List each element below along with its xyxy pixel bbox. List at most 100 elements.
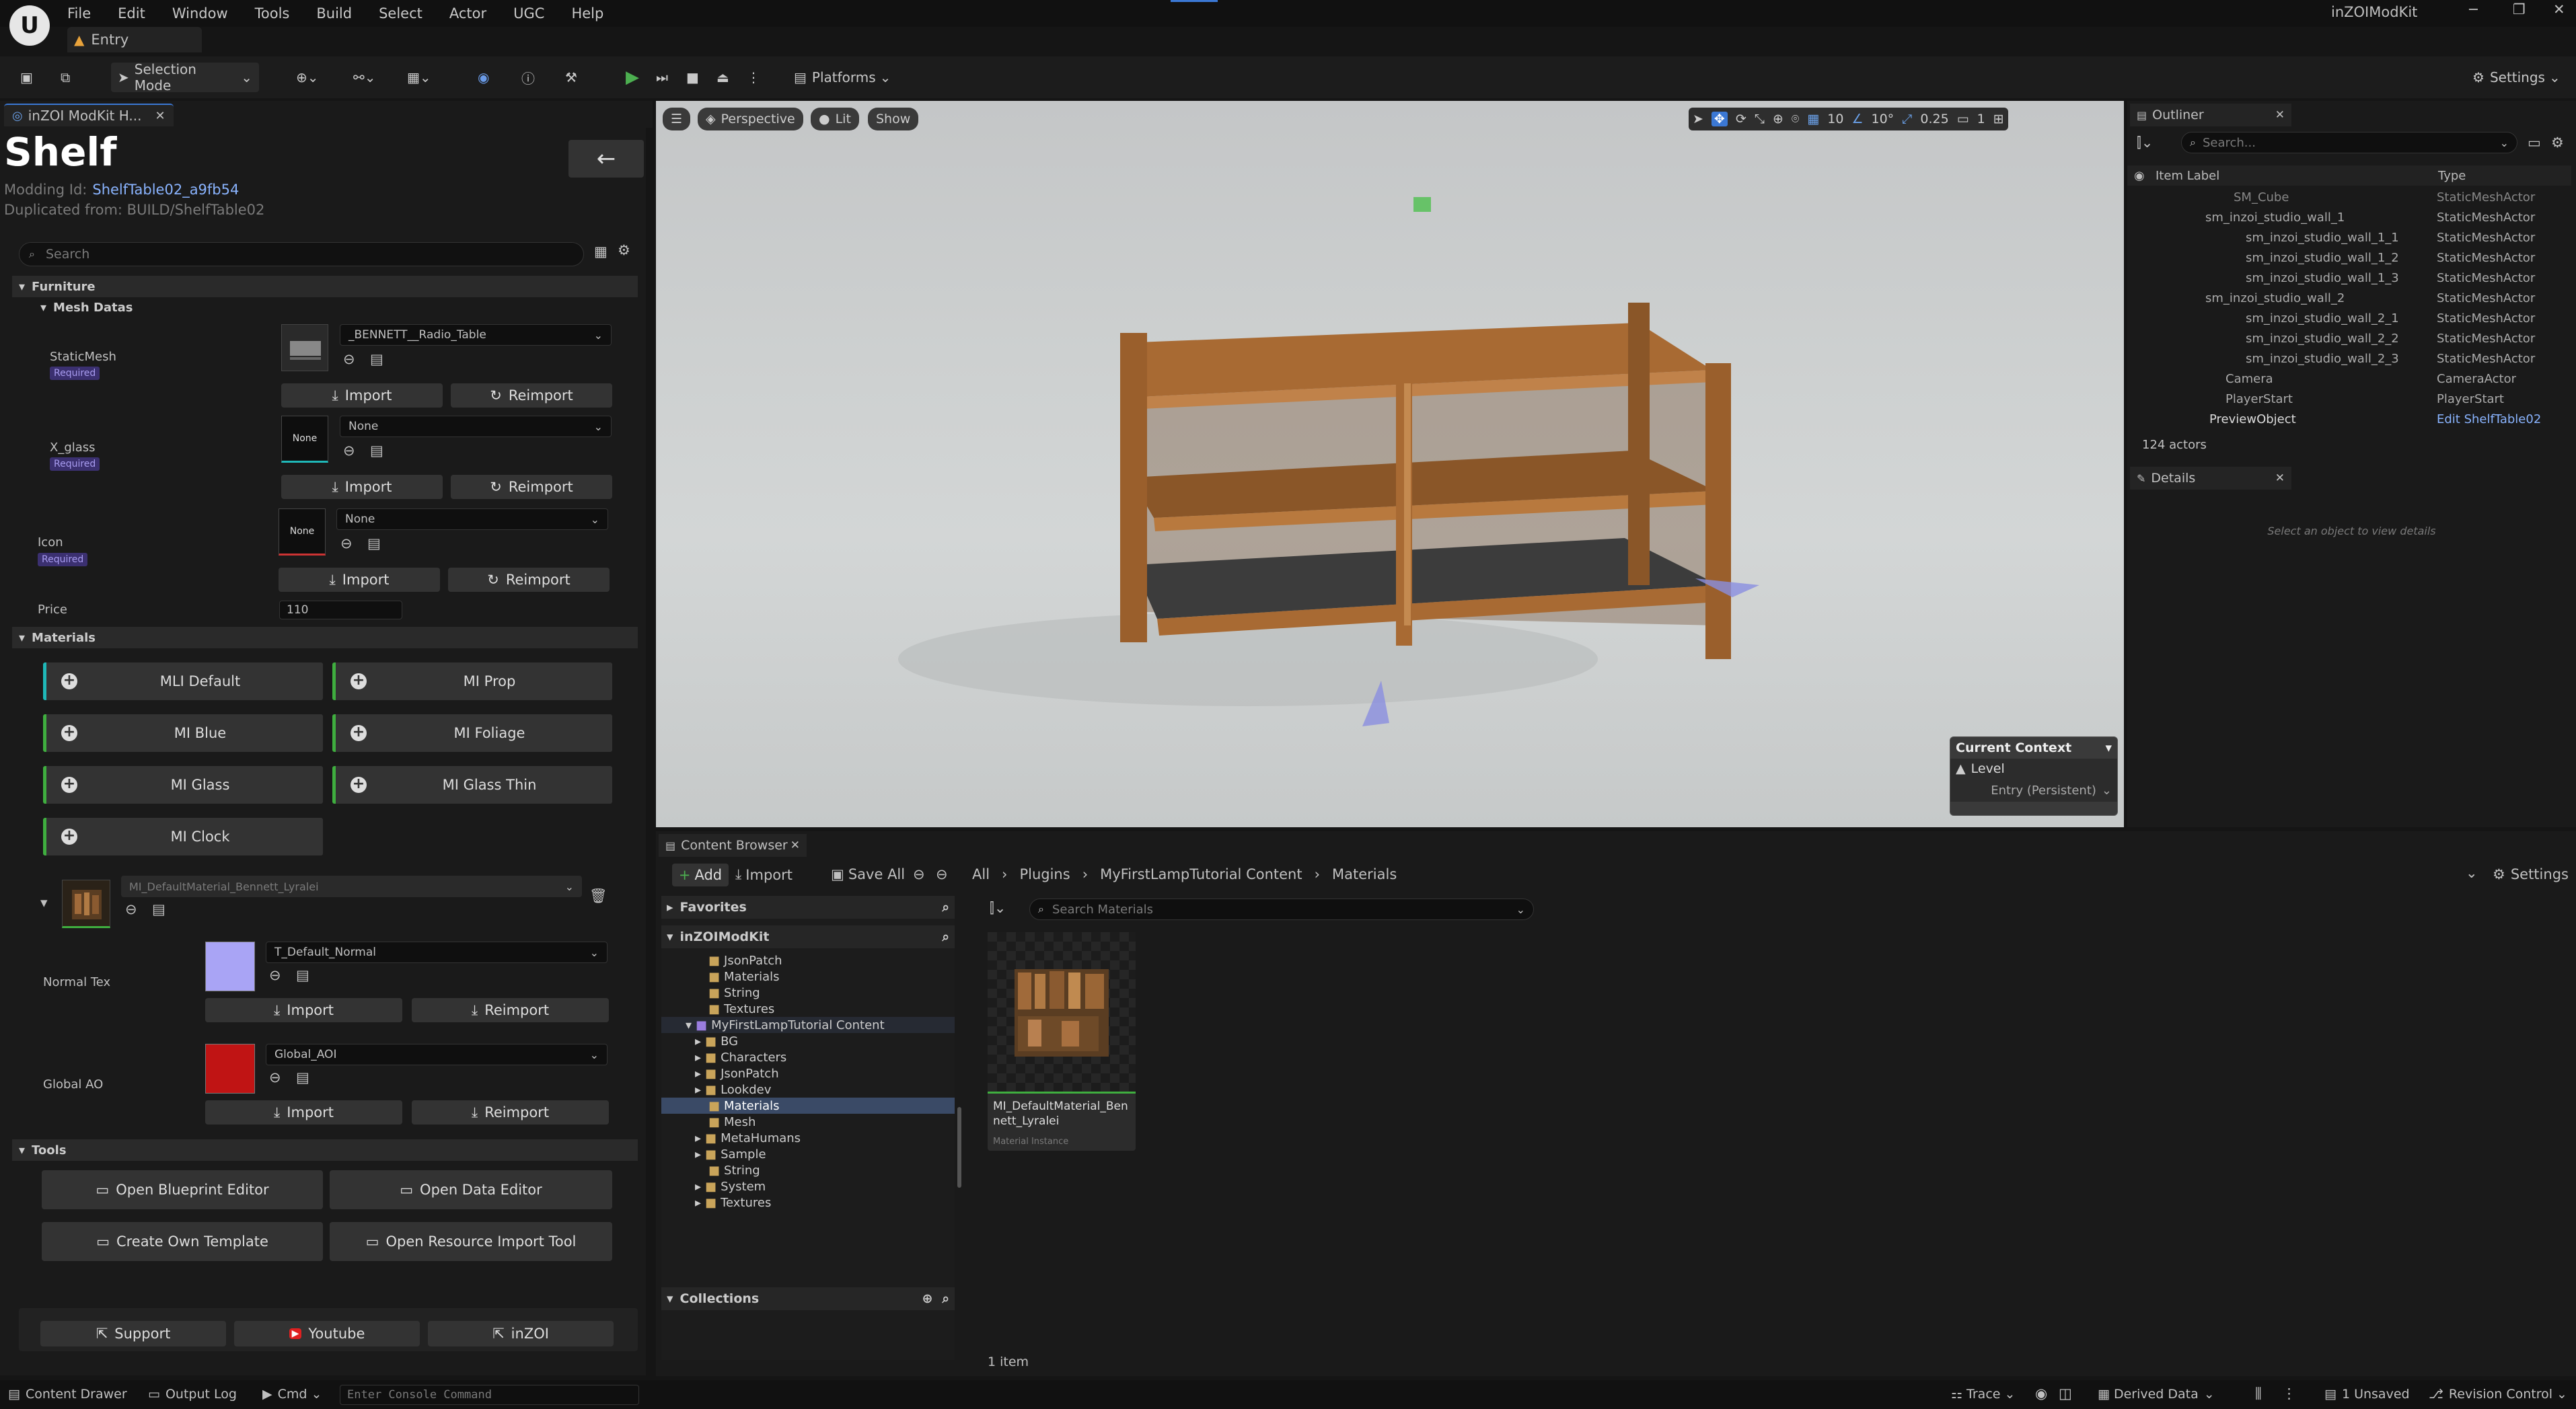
browse-asset-icon[interactable]: ▤ (370, 351, 383, 367)
material-button-mi-foliage[interactable]: + MI Foliage (332, 714, 612, 752)
outliner-row[interactable]: sm_inzoi_studio_wall_1_3 StaticMeshActor (2127, 268, 2568, 288)
row-type-link[interactable]: Edit ShelfTable02 (2437, 412, 2541, 426)
filter-icon[interactable]: ⫿⌄ (2137, 135, 2153, 151)
browse-asset-icon[interactable]: ▤ (152, 901, 165, 917)
record-icon[interactable]: ◉ (2035, 1385, 2047, 1402)
open-resource-import-tool-button[interactable]: ▭ Open Resource Import Tool (330, 1222, 612, 1261)
details-search-input[interactable]: ⌕ Search (19, 242, 584, 266)
asset-search-input[interactable]: ⌕ Search Materials ⌄ (1029, 899, 1534, 920)
x-glass-combobox[interactable]: None ⌄ (340, 416, 612, 437)
add-collection-icon[interactable]: ⊕ (922, 1291, 932, 1306)
tools-section-header[interactable]: ▾ Tools (12, 1139, 638, 1161)
material-button-mi-glass[interactable]: + MI Glass (43, 766, 323, 804)
tree-item[interactable]: ▸ ■ System (661, 1178, 955, 1194)
add-actor-icon[interactable]: ⊕⌄ (289, 63, 326, 92)
tab-close-icon[interactable]: ✕ (790, 839, 800, 852)
static-mesh-reimport-button[interactable]: ↻ Reimport (451, 383, 612, 408)
materials-section-header[interactable]: ▾ Materials (12, 627, 638, 648)
global-ao-reimport-button[interactable]: ⤓ Reimport (412, 1100, 609, 1125)
tab-close-icon[interactable]: ✕ (2275, 471, 2285, 485)
browse-asset-icon[interactable]: ▤ (296, 1069, 309, 1086)
outliner-row[interactable]: sm_inzoi_studio_wall_1 StaticMeshActor (2127, 207, 2568, 227)
icon-select[interactable]: None ⌄ (336, 508, 608, 530)
outliner-row[interactable]: Camera CameraActor (2127, 369, 2568, 389)
outliner-row[interactable]: PreviewObject Edit ShelfTable02 (2127, 409, 2568, 429)
material-button-mi-blue[interactable]: + MI Blue (43, 714, 323, 752)
context-level-select[interactable]: Entry (Persistent) ⌄ (1950, 779, 2117, 802)
more-options-icon[interactable]: ⋮ (2282, 1385, 2296, 1402)
cb-settings-button[interactable]: ⚙ Settings (2493, 866, 2569, 882)
browse-asset-icon[interactable]: ▤ (370, 443, 383, 459)
search-icon[interactable]: ⌕ (942, 900, 949, 915)
menu-help[interactable]: Help (571, 2, 603, 25)
history-back-icon[interactable]: ⊖ (913, 866, 925, 882)
import-button[interactable]: ⤓ Import (735, 866, 793, 883)
modkit-tab[interactable]: ◎ inZOI ModKit H... ✕ (4, 104, 174, 126)
price-input[interactable]: 110 (279, 601, 402, 619)
path-dropdown-icon[interactable]: ⌄ (2466, 865, 2478, 881)
breadcrumb-plugins[interactable]: Plugins (1019, 866, 1070, 882)
trash-icon[interactable]: 🗑 (589, 888, 608, 905)
support-button[interactable]: ⇱ Support (40, 1321, 226, 1346)
search-icon[interactable]: ⌕ (942, 929, 949, 944)
tree-scrollbar[interactable] (957, 1107, 961, 1188)
tree-item[interactable]: ▸ ■ Textures (661, 1194, 955, 1211)
unreal-logo-icon[interactable]: U (9, 5, 50, 46)
normal-tex-import-button[interactable]: ⤓ Import (205, 998, 402, 1022)
tree-item[interactable]: ▸ ■ JsonPatch (661, 1065, 955, 1081)
youtube-button[interactable]: ▶ Youtube (234, 1321, 420, 1346)
tab-close-icon[interactable]: ✕ (155, 109, 165, 123)
console-input[interactable]: Enter Console Command (340, 1385, 639, 1405)
content-browser-tab[interactable]: ▤ Content Browser ✕ (659, 834, 807, 857)
tree-item[interactable]: ■ Mesh (661, 1114, 955, 1130)
inzoi-button[interactable]: ⇱ inZOI (428, 1321, 614, 1346)
cmd-button[interactable]: ▶ Cmd ⌄ (262, 1387, 322, 1402)
current-context-header[interactable]: Current Context ▾ (1950, 737, 2117, 759)
eye-icon[interactable]: ◉ (2134, 169, 2156, 183)
details-tab[interactable]: ✎ Details ✕ (2130, 467, 2291, 490)
revision-control-button[interactable]: ⎇ Revision Control ⌄ (2429, 1387, 2567, 1402)
col-type[interactable]: Type (2438, 169, 2466, 183)
create-own-template-button[interactable]: ▭ Create Own Template (42, 1222, 323, 1261)
selection-mode-button[interactable]: ➤ Selection Mode ⌄ (111, 61, 259, 93)
menu-build[interactable]: Build (316, 2, 352, 25)
open-blueprint-editor-button[interactable]: ▭ Open Blueprint Editor (42, 1170, 323, 1209)
root-header[interactable]: ▾ inZOIModKit ⌕ (661, 925, 955, 948)
play-icon[interactable]: ▶ (619, 63, 646, 92)
material-instance-combobox[interactable]: MI_DefaultMaterial_Bennett_Lyralei ⌄ (121, 876, 582, 897)
menu-tools[interactable]: Tools (255, 2, 290, 25)
gear-icon[interactable]: ⚙ (618, 242, 630, 258)
use-selected-icon[interactable]: ⊖ (269, 967, 281, 983)
table-view-icon[interactable]: ▦ (594, 243, 608, 260)
eject-icon[interactable]: ⏏ (710, 63, 736, 92)
menu-ugc[interactable]: UGC (513, 2, 544, 25)
blueprint-icon[interactable]: ⚯⌄ (346, 63, 383, 92)
back-button[interactable]: ← (568, 140, 644, 178)
tree-item[interactable]: ▸ ■ Lookdev (661, 1081, 955, 1098)
normal-tex-select[interactable]: T_Default_Normal ⌄ (266, 942, 608, 963)
more-options-icon[interactable]: ⋮ (740, 63, 767, 92)
breadcrumb-all[interactable]: All (972, 866, 990, 882)
settings-icon[interactable]: ⚙ (2551, 135, 2564, 151)
tree-item[interactable]: ■ Materials (661, 968, 955, 985)
menu-actor[interactable]: Actor (449, 2, 486, 25)
help-icon[interactable]: ⓘ (515, 63, 542, 92)
outliner-row[interactable]: PlayerStart PlayerStart (2127, 389, 2568, 409)
level-viewport[interactable]: ☰ ◈ Perspective ● Lit Show ➤ ✥ ⟳ ⤡ ⊕ ⌾ ▦ 1… (656, 101, 2124, 827)
tree-item[interactable]: ▾ ■ MyFirstLampTutorial Content (661, 1017, 955, 1033)
menu-select[interactable]: Select (379, 2, 422, 25)
static-mesh-select[interactable]: _BENNETT__Radio_Table ⌄ (340, 324, 612, 346)
outliner-row[interactable]: SM_Cube StaticMeshActor (2127, 187, 2568, 207)
save-icon[interactable]: ▣ (13, 63, 40, 92)
material-button-mli-default[interactable]: + MLI Default (43, 662, 323, 700)
save-all-button[interactable]: ▣ Save All (831, 866, 905, 882)
browse-icon[interactable]: ⧉ (54, 63, 77, 92)
stop-icon[interactable]: ■ (679, 63, 706, 92)
menu-window[interactable]: Window (172, 2, 228, 25)
outliner-row[interactable]: sm_inzoi_studio_wall_2_3 StaticMeshActor (2127, 348, 2568, 369)
material-button-mi-glass-thin[interactable]: + MI Glass Thin (332, 766, 612, 804)
menu-file[interactable]: File (67, 2, 91, 25)
platforms-button[interactable]: ▤ Platforms ⌄ (787, 63, 897, 92)
tree-item[interactable]: ▸ ■ MetaHumans (661, 1130, 955, 1146)
filter-icon[interactable]: ⫿⌄ (990, 900, 1006, 917)
